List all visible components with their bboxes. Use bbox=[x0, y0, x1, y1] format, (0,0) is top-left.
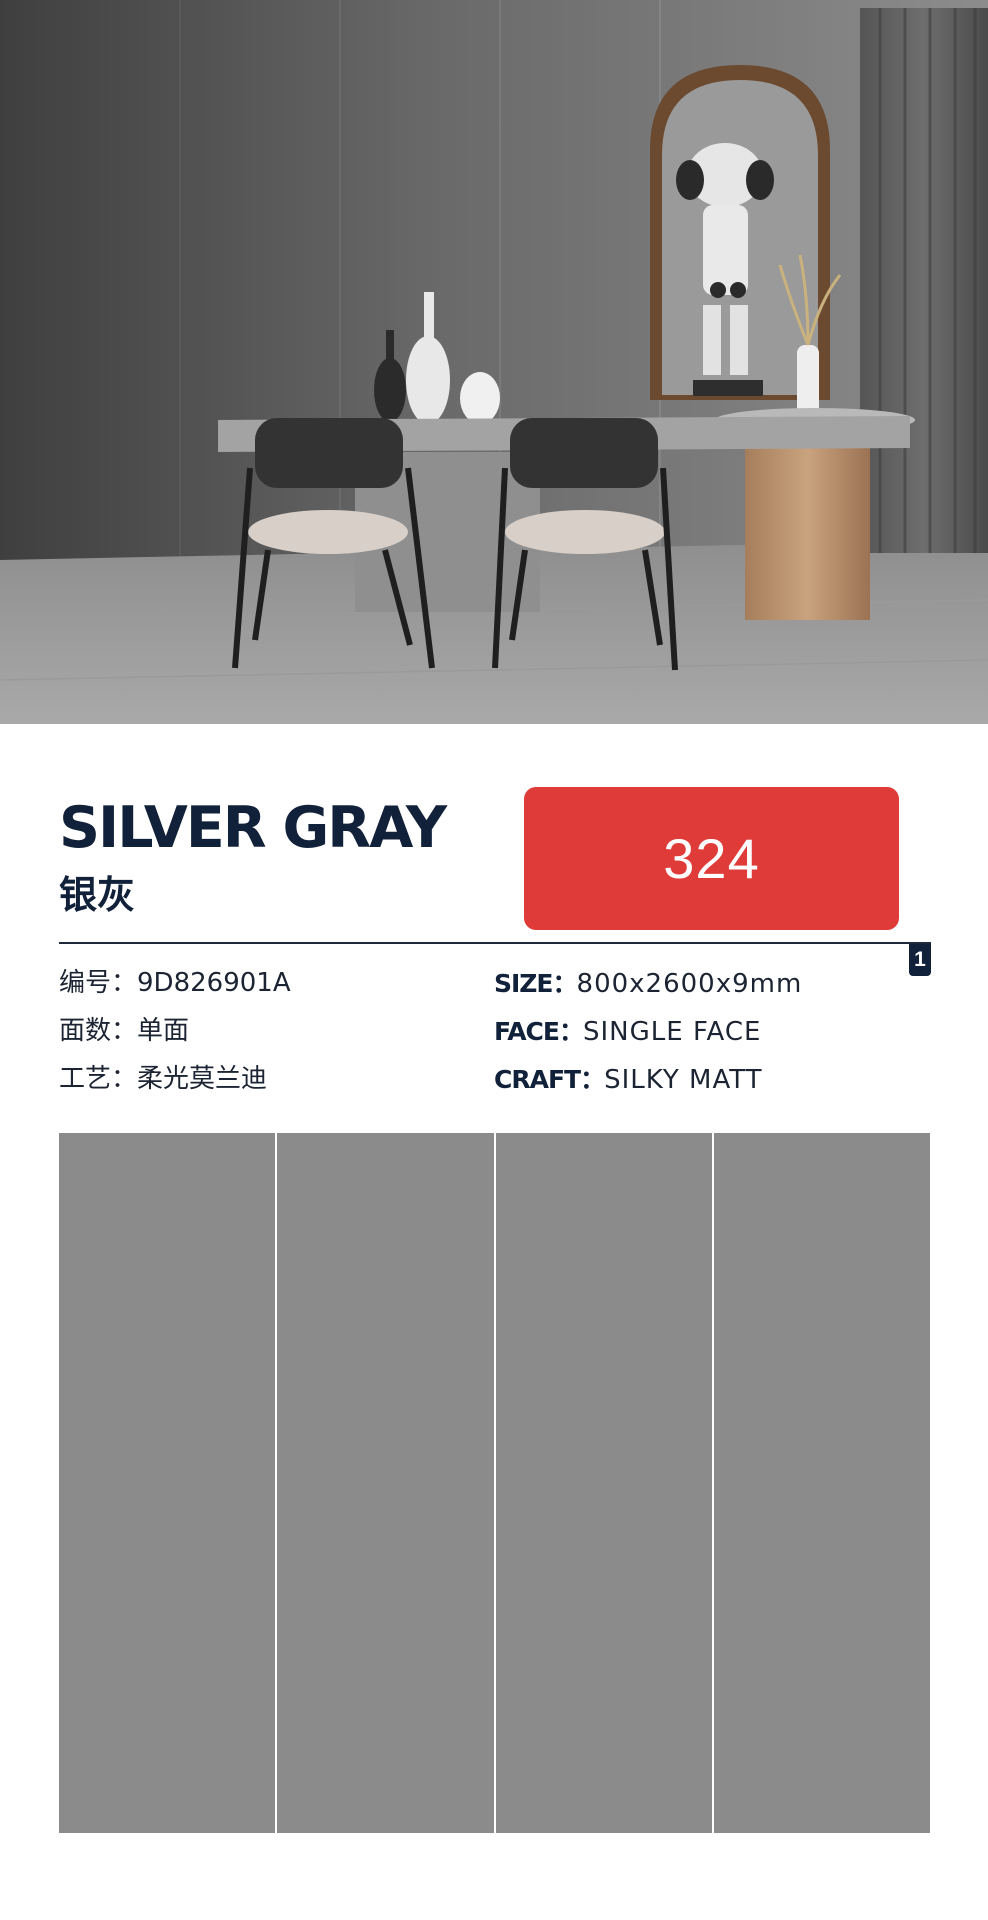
spec-craft-sep: ： bbox=[580, 1065, 605, 1094]
hero-room-photo bbox=[0, 0, 988, 724]
spec-faces: 面数：单面 bbox=[59, 1018, 189, 1044]
product-name-en: SILVER GRAY bbox=[59, 795, 447, 861]
page-number-badge: 1 bbox=[909, 944, 931, 976]
spec-face-label: FACE bbox=[494, 1017, 560, 1046]
spec-process-label: 工艺： bbox=[59, 1064, 138, 1094]
spec-face-value: SINGLE FACE bbox=[583, 1017, 762, 1047]
spec-code: 编号：9D826901A bbox=[59, 970, 291, 996]
tile-panel bbox=[59, 1133, 276, 1833]
price-badge: 324 bbox=[524, 787, 899, 930]
spec-code-label: 编号： bbox=[59, 968, 138, 998]
spec-face: FACE：SINGLE FACE bbox=[494, 1019, 761, 1045]
spec-size: SIZE：800x2600x9mm bbox=[494, 971, 802, 997]
spec-size-value: 800x2600x9mm bbox=[576, 969, 803, 999]
spec-face-sep: ： bbox=[558, 1017, 584, 1046]
spec-size-sep: ： bbox=[552, 969, 578, 998]
price-value: 324 bbox=[663, 827, 760, 890]
divider bbox=[59, 942, 931, 944]
spec-craft-value: SILKY MATT bbox=[604, 1065, 763, 1095]
spec-faces-value: 单面 bbox=[137, 1016, 190, 1046]
spec-code-value: 9D826901A bbox=[137, 968, 291, 998]
product-name-cn: 银灰 bbox=[59, 873, 136, 917]
tile-panel bbox=[277, 1133, 494, 1833]
spec-craft-label: CRAFT bbox=[494, 1065, 581, 1094]
tile-panel bbox=[713, 1133, 930, 1833]
spec-size-label: SIZE bbox=[494, 969, 554, 998]
tile-panel bbox=[495, 1133, 712, 1833]
spec-process-value: 柔光莫兰迪 bbox=[137, 1064, 268, 1094]
spec-faces-label: 面数： bbox=[59, 1016, 138, 1046]
spec-craft: CRAFT：SILKY MATT bbox=[494, 1067, 763, 1093]
spec-process: 工艺：柔光莫兰迪 bbox=[59, 1066, 267, 1092]
tile-swatch bbox=[59, 1133, 930, 1833]
